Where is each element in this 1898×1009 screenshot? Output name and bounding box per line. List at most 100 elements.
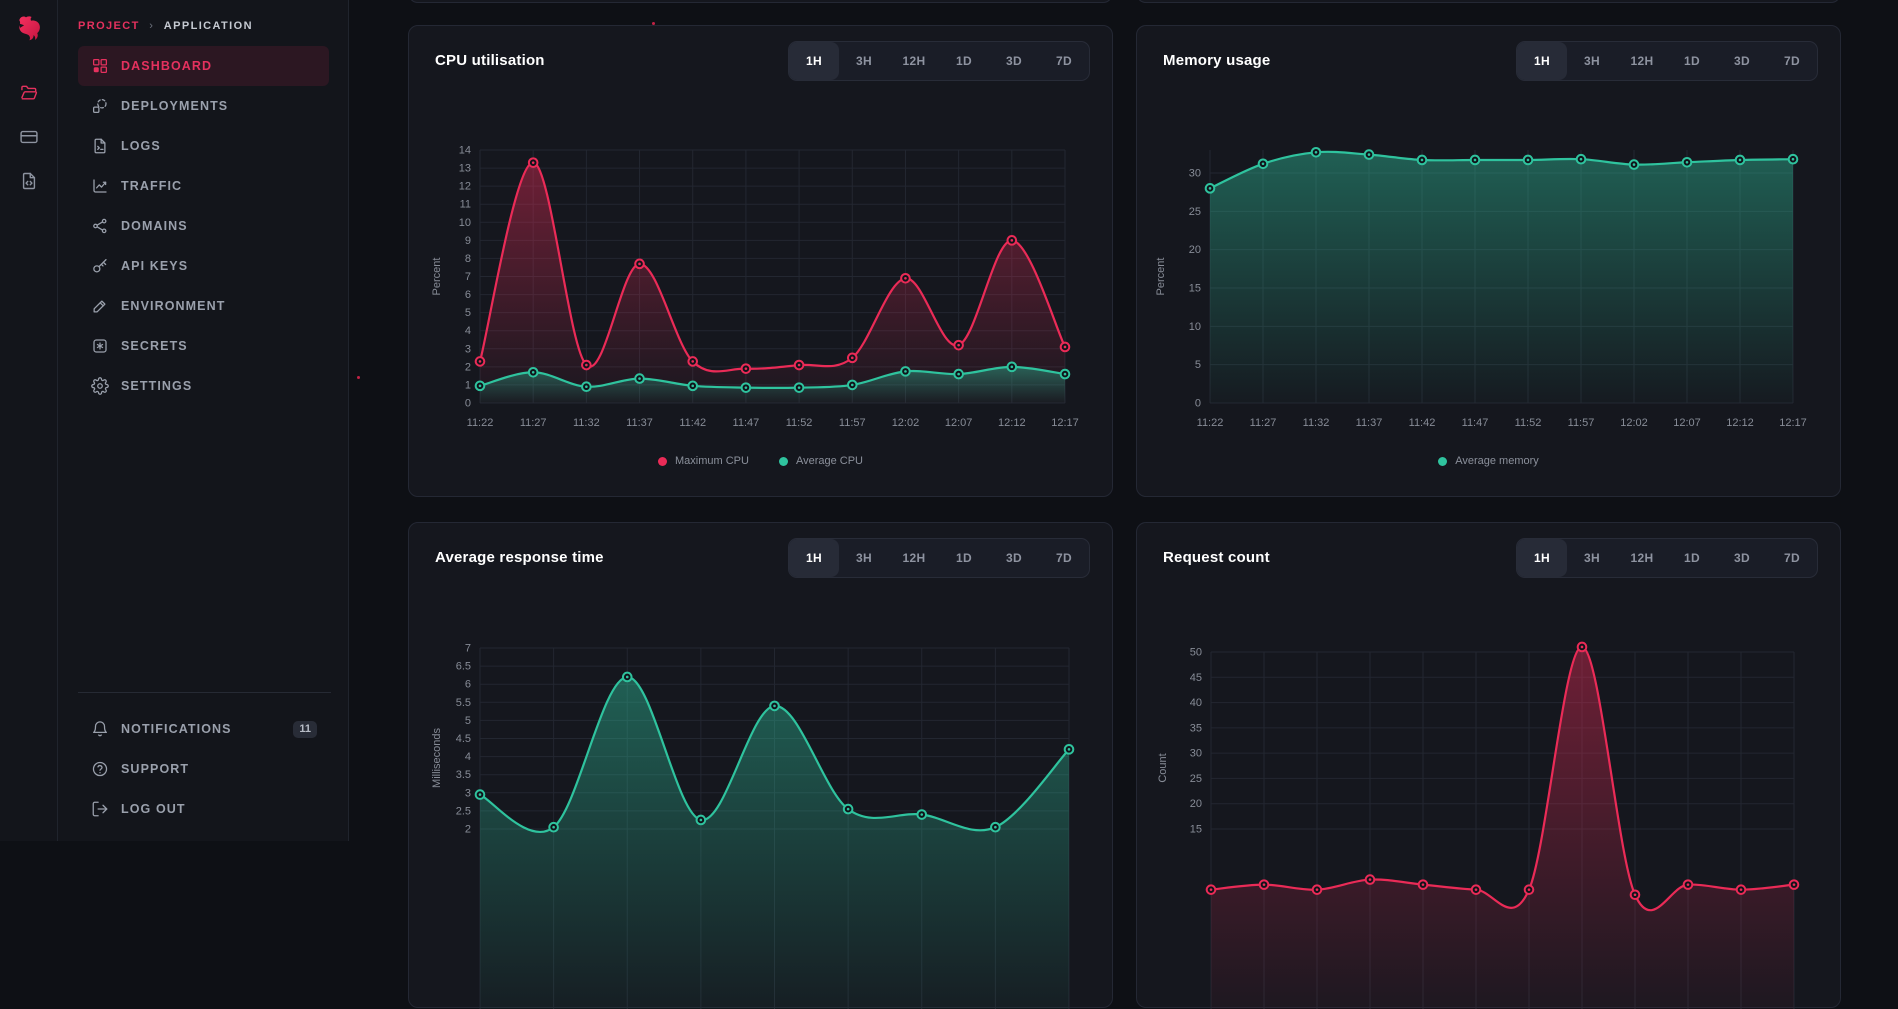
svg-text:10: 10 [1189, 321, 1201, 333]
svg-text:6.5: 6.5 [456, 661, 471, 673]
svg-text:12: 12 [459, 181, 471, 193]
svg-text:25: 25 [1189, 206, 1201, 218]
artifact-dot [357, 376, 360, 379]
credit-card-icon [19, 127, 39, 152]
legend-dot [658, 457, 667, 466]
sidebar-item-notifications[interactable]: NOTIFICATIONS11 [78, 709, 329, 749]
legend-item: Maximum CPU [658, 455, 749, 467]
svg-text:5.5: 5.5 [456, 697, 471, 709]
chart-card-cpu: CPU utilisation 1H3H12H1D3D7D 0123456789… [408, 25, 1113, 497]
sidebar-divider [78, 692, 331, 693]
chart: 1520253035404550Count [1137, 523, 1842, 1009]
sidebar-item-api-keys[interactable]: API KEYS [78, 246, 329, 286]
file-code-icon [19, 171, 39, 196]
sidebar-item-log-out[interactable]: LOG OUT [78, 789, 329, 829]
svg-text:3: 3 [465, 787, 471, 799]
svg-text:0: 0 [1195, 398, 1201, 410]
svg-text:12:17: 12:17 [1779, 417, 1807, 429]
svg-text:11:57: 11:57 [839, 417, 866, 429]
svg-text:11:32: 11:32 [573, 417, 600, 429]
svg-text:4: 4 [465, 325, 471, 337]
chart: 05101520253011:2211:2711:3211:3711:4211:… [1137, 26, 1842, 498]
legend-dot [779, 457, 788, 466]
svg-text:11:37: 11:37 [1356, 417, 1383, 429]
legend-item: Average memory [1438, 455, 1539, 467]
artifact-dot [652, 22, 655, 25]
sidebar-item-environment[interactable]: ENVIRONMENT [78, 286, 329, 326]
cutoff-card-fragment [1136, 0, 1841, 3]
svg-text:5: 5 [1195, 359, 1201, 371]
svg-text:11:52: 11:52 [1515, 417, 1542, 429]
sidebar-item-label: SECRETS [121, 339, 188, 353]
chart: 22.533.544.555.566.57Milliseconds [409, 523, 1114, 1009]
svg-text:11:42: 11:42 [679, 417, 706, 429]
sidebar-item-label: SETTINGS [121, 379, 192, 393]
sidebar-item-support[interactable]: SUPPORT [78, 749, 329, 789]
svg-text:11:22: 11:22 [1197, 417, 1224, 429]
svg-text:40: 40 [1190, 697, 1202, 709]
svg-text:11:27: 11:27 [1250, 417, 1277, 429]
rail-item[interactable] [12, 78, 46, 112]
svg-text:7: 7 [465, 643, 471, 655]
svg-text:6: 6 [465, 679, 471, 691]
dashboard-grid-icon [91, 57, 109, 75]
sidebar-nav: DASHBOARD DEPLOYMENTS LOGS TRAFFIC DOMAINSAP… [58, 46, 348, 406]
svg-text:12:02: 12:02 [892, 417, 920, 429]
svg-text:8: 8 [465, 253, 471, 265]
legend-dot [1438, 457, 1447, 466]
domains-icon [91, 217, 109, 235]
breadcrumb: PROJECT › APPLICATION [58, 20, 348, 46]
svg-text:5: 5 [465, 307, 471, 319]
svg-text:12:12: 12:12 [998, 417, 1026, 429]
svg-text:4: 4 [465, 751, 471, 763]
breadcrumb-application-link[interactable]: APPLICATION [164, 20, 253, 32]
svg-text:11:57: 11:57 [1568, 417, 1595, 429]
sidebar-item-label: DASHBOARD [121, 59, 212, 73]
rail-item[interactable] [12, 166, 46, 200]
deployments-icon [91, 97, 109, 115]
chart: 0123456789101112131411:2211:2711:3211:37… [409, 26, 1114, 498]
svg-text:12:02: 12:02 [1620, 417, 1648, 429]
svg-text:25: 25 [1190, 773, 1202, 785]
sidebar-item-secrets[interactable]: SECRETS [78, 326, 329, 366]
svg-text:12:07: 12:07 [945, 417, 973, 429]
chart-legend: Average memory [1137, 455, 1840, 467]
svg-text:2: 2 [465, 361, 471, 373]
svg-text:Count: Count [1157, 753, 1169, 782]
svg-text:2: 2 [465, 824, 471, 836]
logs-icon [91, 137, 109, 155]
sidebar-footer-nav: NOTIFICATIONS11SUPPORT LOG OUT [58, 709, 348, 829]
sidebar-item-label: LOGS [121, 139, 161, 153]
sidebar-item-dashboard[interactable]: DASHBOARD [78, 46, 329, 86]
sidebar-item-logs[interactable]: LOGS [78, 126, 329, 166]
secrets-icon [91, 337, 109, 355]
svg-text:11:32: 11:32 [1303, 417, 1330, 429]
sidebar-item-label: TRAFFIC [121, 179, 182, 193]
sidebar-item-traffic[interactable]: TRAFFIC [78, 166, 329, 206]
breadcrumb-separator: › [149, 20, 154, 32]
sidebar-item-settings[interactable]: SETTINGS [78, 366, 329, 406]
sidebar-item-label: DEPLOYMENTS [121, 99, 228, 113]
rail-item[interactable] [12, 122, 46, 156]
sidebar-item-domains[interactable]: DOMAINS [78, 206, 329, 246]
svg-text:30: 30 [1189, 168, 1201, 180]
svg-text:15: 15 [1189, 283, 1201, 295]
svg-text:Milliseconds: Milliseconds [431, 728, 443, 788]
svg-text:12:07: 12:07 [1673, 417, 1701, 429]
svg-text:9: 9 [465, 235, 471, 247]
log-out-icon [91, 800, 109, 818]
legend-label: Average memory [1455, 455, 1539, 467]
svg-text:0: 0 [465, 398, 471, 410]
api-keys-icon [91, 257, 109, 275]
sidebar-item-deployments[interactable]: DEPLOYMENTS [78, 86, 329, 126]
breadcrumb-project-link[interactable]: PROJECT [78, 20, 140, 32]
svg-text:20: 20 [1190, 798, 1202, 810]
svg-text:5: 5 [465, 715, 471, 727]
dashboard-main: CPU utilisation 1H3H12H1D3D7D 0123456789… [349, 0, 1898, 841]
svg-text:12:12: 12:12 [1726, 417, 1754, 429]
svg-text:Percent: Percent [1155, 258, 1167, 296]
nestjs-logo[interactable] [14, 14, 44, 44]
sidebar-item-label: LOG OUT [121, 802, 186, 816]
svg-text:11:37: 11:37 [626, 417, 653, 429]
svg-text:11:22: 11:22 [467, 417, 494, 429]
